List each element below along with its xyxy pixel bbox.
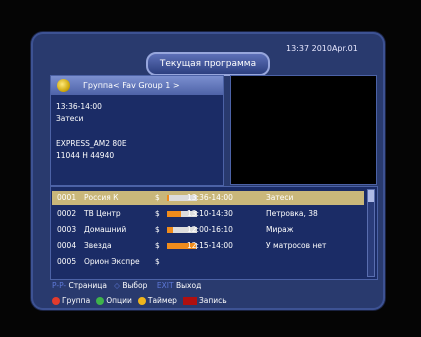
event-time: 13:36-14:00 <box>56 102 102 111</box>
channel-number: 0001 <box>57 193 77 202</box>
channel-number: 0002 <box>57 209 77 218</box>
help-row-navigation: P-P- Страница ◇ Выбор EXIT Выход <box>52 281 201 290</box>
group-label: Группа< Fav Group 1 > <box>83 81 180 90</box>
color-button-icon <box>137 297 146 305</box>
channel-row[interactable]: 0005 Орион Экспре $ <box>52 255 364 269</box>
scrambled-flag: $ <box>155 225 160 234</box>
channel-row[interactable]: 0002 ТВ Центр $13:10-14:30 Петровка, 38 <box>52 207 364 221</box>
event-time-range: 13:10-14:30 <box>187 209 233 218</box>
video-preview <box>230 75 377 185</box>
event-progress-fill <box>167 195 169 201</box>
channel-row[interactable]: 0003 Домашний $12:00-16:10 Мираж <box>52 223 364 237</box>
channel-number: 0004 <box>57 241 77 250</box>
color-key-label: Таймер <box>147 296 177 305</box>
color-key-label: Группа <box>62 296 91 305</box>
color-key-1[interactable]: Опции <box>96 296 132 305</box>
event-name: Петровка, 38 <box>266 209 318 218</box>
color-key-2[interactable]: Таймер <box>137 296 177 305</box>
event-progress-fill <box>167 227 173 233</box>
channel-name: Домашний <box>84 225 127 234</box>
list-scrollbar[interactable] <box>367 189 375 277</box>
scrollbar-thumb[interactable] <box>368 190 374 202</box>
event-time-range: 12:15-14:00 <box>187 241 233 250</box>
group-selector[interactable]: Группа< Fav Group 1 > <box>51 76 223 95</box>
channel-number: 0005 <box>57 257 77 266</box>
channel-name: Орион Экспре <box>84 257 140 266</box>
exit-key-label: Выход <box>175 281 202 290</box>
globe-icon <box>57 79 70 92</box>
color-button-icon <box>52 297 60 305</box>
scrambled-flag: $ <box>155 193 160 202</box>
select-key-hint: ◇ <box>114 281 120 290</box>
event-info-panel: Группа< Fav Group 1 > 13:36-14:00 Затеси… <box>50 75 224 186</box>
channel-list[interactable]: 0001 Россия К $13:36-14:00 Затеси 0002 ТВ Цен… <box>50 186 378 280</box>
color-key-3[interactable]: Запись <box>182 296 227 305</box>
channel-name: Россия К <box>84 193 119 202</box>
event-time-range: 13:36-14:00 <box>187 193 233 202</box>
channel-row[interactable]: 0001 Россия К $13:36-14:00 Затеси <box>52 191 364 205</box>
scrambled-flag: $ <box>155 257 160 266</box>
page-title: Текущая программа <box>146 52 270 76</box>
event-name: У матросов нет <box>266 241 327 250</box>
satellite-name: EXPRESS_AM2 80E <box>56 139 127 148</box>
select-key-label: Выбор <box>122 281 148 290</box>
event-name: Затеси <box>266 193 294 202</box>
record-key-icon <box>182 297 197 305</box>
event-name: Мираж <box>266 225 294 234</box>
scrambled-flag: $ <box>155 241 160 250</box>
channel-row[interactable]: 0004 Звезда $12:15-14:00 У матросов нет <box>52 239 364 253</box>
event-title: Затеси <box>56 114 84 123</box>
color-key-0[interactable]: Группа <box>52 296 90 305</box>
help-row-color-keys: Группа Опции Таймер Запись <box>52 296 233 305</box>
page-key-label: Страница <box>68 281 107 290</box>
color-key-label: Запись <box>198 296 227 305</box>
color-button-icon <box>96 297 105 305</box>
event-time-range: 12:00-16:10 <box>187 225 233 234</box>
scrambled-flag: $ <box>155 209 160 218</box>
event-progress-fill <box>167 211 181 217</box>
exit-key-hint: EXIT <box>156 281 174 290</box>
transponder-info: 11044 H 44940 <box>56 151 115 160</box>
page-key-hint: P-P- <box>52 281 67 290</box>
channel-name: Звезда <box>84 241 112 250</box>
channel-number: 0003 <box>57 225 77 234</box>
channel-name: ТВ Центр <box>84 209 121 218</box>
clock-display: 13:37 2010Apr.01 <box>286 44 358 53</box>
color-key-label: Опции <box>106 296 132 305</box>
